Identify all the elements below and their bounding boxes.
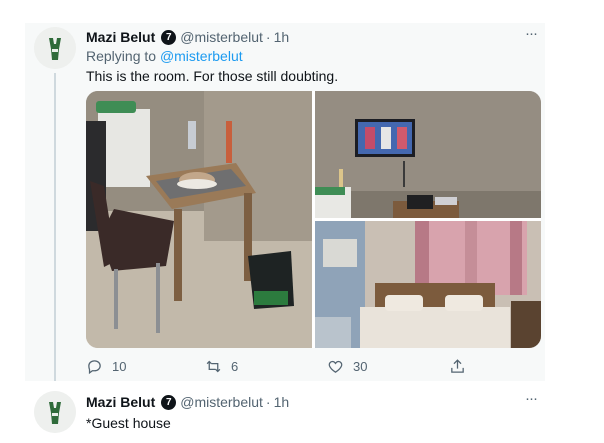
room-photo-desk-chair[interactable] xyxy=(86,91,312,348)
more-options-icon[interactable]: ··· xyxy=(525,25,538,42)
reply-button[interactable]: 10 xyxy=(86,358,126,375)
more-options-icon[interactable]: ··· xyxy=(525,390,538,407)
separator-dot: · xyxy=(265,394,271,410)
display-name[interactable]: Mazi Belut xyxy=(86,29,155,45)
number-badge-icon: 7 xyxy=(161,394,177,410)
media-grid xyxy=(86,91,541,348)
reply-count: 10 xyxy=(112,359,127,374)
thread-line xyxy=(54,73,56,381)
retweet-button[interactable]: 6 xyxy=(205,358,238,375)
timestamp[interactable]: 1h xyxy=(274,394,290,410)
reply-icon xyxy=(88,360,101,375)
retweet-icon xyxy=(206,360,221,373)
user-handle[interactable]: @misterbelut xyxy=(180,394,263,410)
user-handle[interactable]: @misterbelut xyxy=(180,29,263,45)
display-name[interactable]: Mazi Belut xyxy=(86,394,155,410)
action-bar: 10 6 30 xyxy=(86,358,526,378)
separator-dot: · xyxy=(265,29,271,45)
profile-avatar[interactable] xyxy=(34,27,76,69)
like-icon xyxy=(328,360,343,373)
tweet-header: Mazi Belut 7 @misterbelut · 1h xyxy=(86,29,289,45)
timestamp[interactable]: 1h xyxy=(274,29,290,45)
tweet-text: *Guest house xyxy=(86,415,171,431)
number-badge-icon: 7 xyxy=(161,29,177,45)
mention-link[interactable]: @misterbelut xyxy=(160,48,243,64)
profile-avatar[interactable] xyxy=(34,391,76,433)
tweet-text: This is the room. For those still doubti… xyxy=(86,68,339,84)
tweet[interactable]: Mazi Belut 7 @misterbelut · 1h ··· *Gues… xyxy=(25,383,545,443)
room-photo-tv[interactable] xyxy=(315,91,541,218)
share-icon xyxy=(451,359,464,373)
like-count: 30 xyxy=(353,359,368,374)
retweet-count: 6 xyxy=(231,359,239,374)
like-button[interactable]: 30 xyxy=(327,358,367,375)
replying-to: Replying to @misterbelut xyxy=(86,48,243,64)
replying-to-label: Replying to xyxy=(86,48,157,64)
tweet[interactable]: Mazi Belut 7 @misterbelut · 1h ··· Reply… xyxy=(25,23,545,381)
room-photo-bed[interactable] xyxy=(315,221,541,348)
tweet-header: Mazi Belut 7 @misterbelut · 1h xyxy=(86,394,289,410)
share-button[interactable] xyxy=(449,358,475,375)
